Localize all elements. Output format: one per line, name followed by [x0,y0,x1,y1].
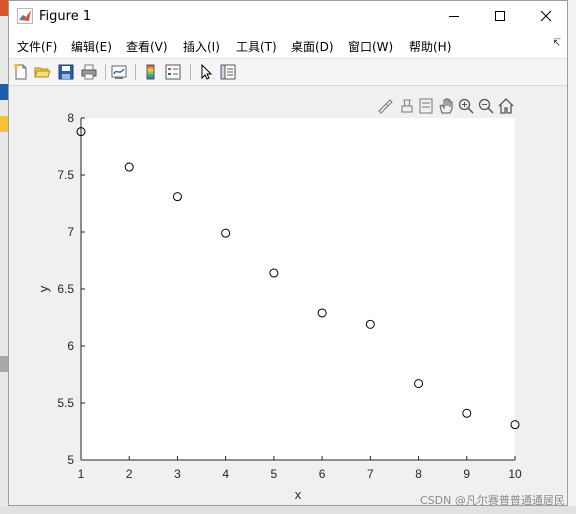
menu-insert[interactable]: 插入(I) [183,38,220,55]
background-folder-icon [0,116,8,132]
save-icon[interactable] [57,63,75,81]
toolbar-separator [105,64,106,80]
menu-edit[interactable]: 编辑(E) [71,38,112,55]
zoom-in-icon[interactable] [457,97,475,115]
print-icon[interactable] [80,63,98,81]
menu-bar: 文件(F) 编辑(E) 查看(V) 插入(I) 工具(T) 桌面(D) 窗口(W… [9,32,567,59]
title-bar: Figure 1 [9,1,567,32]
matlab-logo-icon [17,8,33,24]
menu-tools[interactable]: 工具(T) [236,38,277,55]
menu-file[interactable]: 文件(F) [17,38,57,55]
figure-toolbar [9,59,567,86]
rotate-icon[interactable] [417,97,435,115]
property-inspector-icon[interactable] [219,63,237,81]
menu-window[interactable]: 窗口(W) [348,38,393,55]
maximize-icon [495,11,505,21]
zoom-out-icon[interactable] [477,97,495,115]
legend-icon[interactable] [164,63,182,81]
close-button[interactable] [523,1,569,32]
toolbar-separator [190,64,191,80]
figure-canvas-area [9,86,567,505]
minimize-button[interactable] [431,1,477,32]
menu-view[interactable]: 查看(V) [126,38,168,55]
background-app-icon [0,0,8,16]
data-tips-icon[interactable] [398,97,416,115]
brush-icon[interactable] [376,97,394,115]
colorbar-icon[interactable] [142,63,160,81]
background-highlight [0,84,8,100]
figure-window: Figure 1 文件(F) 编辑(E) 查看(V) 插入(I) 工具(T) 桌… [8,0,568,506]
background-scroll-thumb [0,356,8,372]
csdn-watermark: CSDN @凡尔赛普普通通居民 [420,494,565,507]
link-plot-icon[interactable] [110,63,128,81]
dock-arrow-icon[interactable]: ↸ [553,38,561,49]
minimize-icon [449,16,459,17]
maximize-button[interactable] [477,1,523,32]
window-title: Figure 1 [39,9,92,24]
new-figure-icon[interactable] [12,63,30,81]
toolbar-separator [135,64,136,80]
edit-plot-arrow-icon[interactable] [197,63,215,81]
pan-hand-icon[interactable] [437,97,455,115]
close-icon [540,10,552,22]
menu-help[interactable]: 帮助(H) [409,38,451,55]
menu-desktop[interactable]: 桌面(D) [291,38,334,55]
home-icon[interactable] [497,97,515,115]
open-file-icon[interactable] [33,63,51,81]
